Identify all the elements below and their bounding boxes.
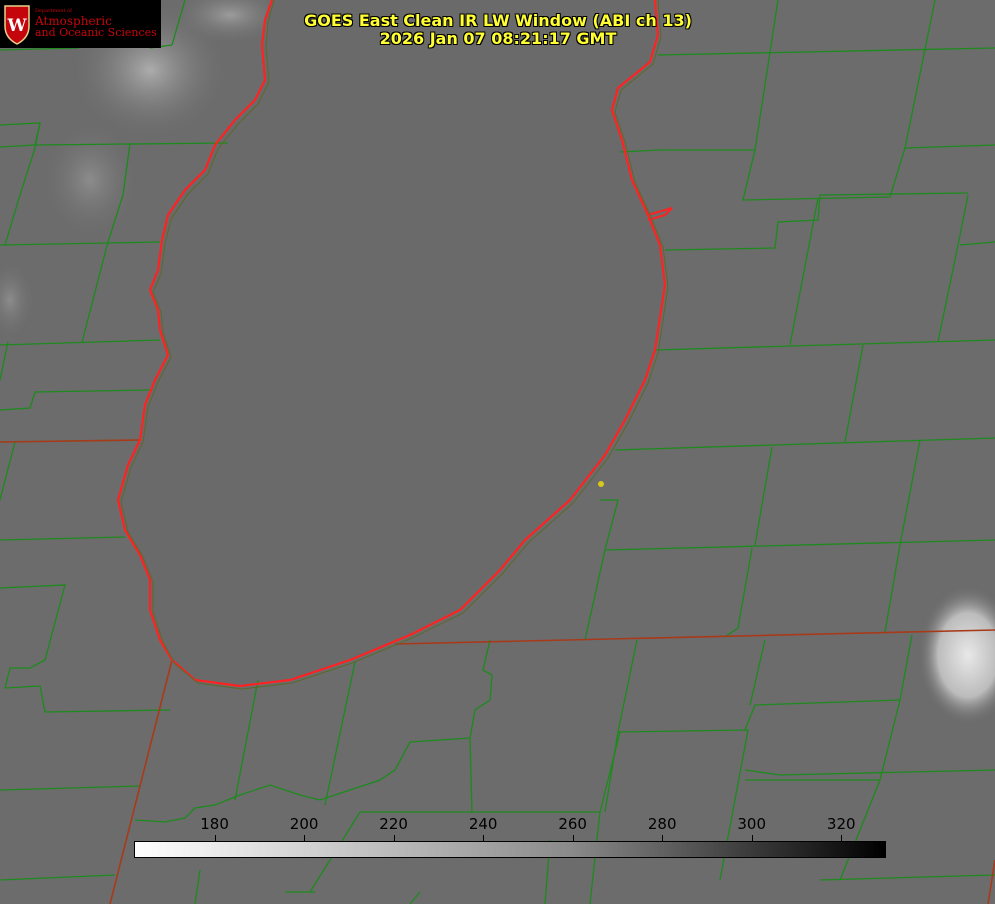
uw-crest-icon: W — [2, 2, 32, 46]
logo-line2-text: and Oceanic Sciences — [35, 26, 157, 40]
colorbar-tick-mark — [572, 835, 574, 841]
colorbar-tick-label: 180 — [200, 815, 229, 833]
colorbar-tick-label: 320 — [826, 815, 856, 833]
colorbar-tick-label: 280 — [647, 815, 677, 833]
title-product: GOES East Clean IR LW Window (ABI ch 13) — [304, 11, 692, 30]
colorbar-tick-mark — [751, 835, 753, 841]
cloud-patch-east — [918, 585, 995, 725]
uw-aos-logo: W Department of Atmospheric and Oceanic … — [0, 0, 161, 48]
image-title: GOES East Clean IR LW Window (ABI ch 13)… — [298, 12, 698, 48]
colorbar-tick-mark — [662, 835, 664, 841]
satellite-map-view: W Department of Atmospheric and Oceanic … — [0, 0, 995, 904]
colorbar-tick-label: 200 — [289, 815, 319, 833]
colorbar-tick-mark — [393, 835, 395, 841]
colorbar-tick-label: 300 — [737, 815, 767, 833]
colorbar-tick-mark — [304, 835, 306, 841]
colorbar-tick-mark — [214, 835, 216, 841]
colorbar-tick-label: 260 — [558, 815, 587, 833]
cloud-patch-left-edge — [0, 260, 35, 340]
svg-text:W: W — [6, 16, 27, 36]
colorbar-tick-label: 220 — [379, 815, 408, 833]
map-canvas — [0, 0, 995, 904]
logo-wordmark: Department of Atmospheric and Oceanic Sc… — [35, 9, 157, 40]
colorbar-tick-label: 240 — [468, 815, 498, 833]
colorbar-tick-mark — [841, 835, 843, 841]
station-marker — [598, 481, 604, 487]
title-timestamp: 2026 Jan 07 08:21:17 GMT — [379, 29, 617, 48]
colorbar-tick-mark — [483, 835, 485, 841]
temperature-colorbar — [134, 841, 886, 858]
